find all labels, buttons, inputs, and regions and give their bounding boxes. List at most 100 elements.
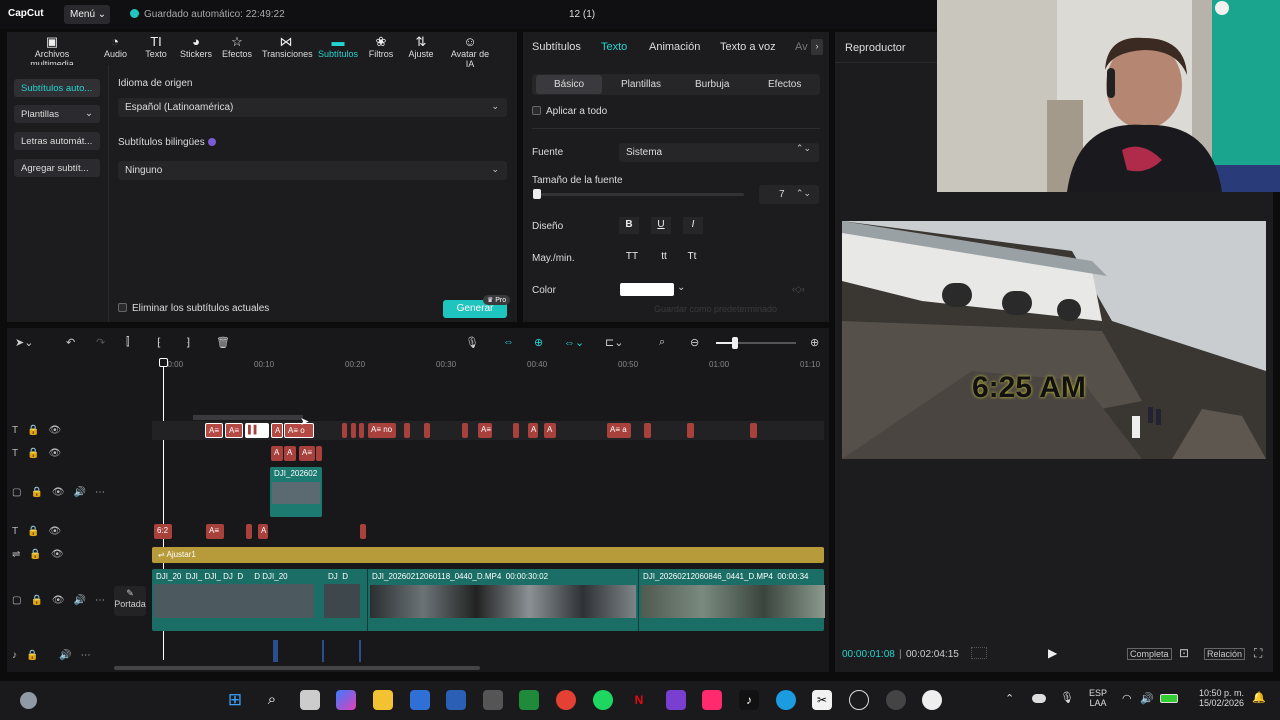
text-track-controls[interactable]: T🔒👁 [12,425,70,436]
text-clip[interactable] [462,423,468,438]
spotify-icon[interactable] [593,690,613,710]
font-size-input[interactable]: 7 ⌃⌄ [759,185,819,204]
timecode-grid-icon[interactable] [971,647,987,659]
notification-icon[interactable]: 🔔 [1252,691,1266,704]
audio-clip[interactable] [359,640,361,662]
video-track-controls[interactable]: ▢🔒👁🔊⋯ [12,487,114,498]
microphone-icon[interactable]: 🎙 [465,336,479,349]
text-clip[interactable]: A≡ o [284,423,314,438]
redo-icon[interactable]: ↷ [96,336,105,349]
clock[interactable]: 10:50 p. m. 15/02/2026 [1190,688,1244,708]
tool-effects[interactable]: ☆ Efectos [222,34,252,59]
text-clip[interactable] [513,423,519,438]
apply-all-checkbox[interactable] [532,106,541,115]
magnet-icon[interactable]: ⇔ [503,336,514,348]
text-clip[interactable] [360,524,366,539]
subtab-basic[interactable]: Básico [536,75,602,94]
input-language[interactable]: ESP LAA [1089,688,1107,708]
split-left-icon[interactable]: ⁅ [157,336,161,349]
full-quality-button[interactable]: Completa [1127,648,1172,660]
cover-button[interactable]: ✎ Portada [114,586,146,616]
text-clip[interactable]: A [528,423,538,438]
tab-text-to-speech[interactable]: Texto a voz [720,41,776,53]
search-icon[interactable]: ⌕ [262,690,282,710]
aspect-ratio-button[interactable]: Relación [1204,648,1246,660]
split-icon[interactable]: ⫿ [126,336,130,349]
text-clip[interactable]: A≡ [206,524,224,539]
text-clip[interactable] [687,423,694,438]
tool-media[interactable]: ▣ Archivos multimedia [12,34,92,69]
text-clip[interactable] [359,423,364,438]
subtab-bubble[interactable]: Burbuja [695,79,729,90]
font-select[interactable]: Sistema ⌃⌄ [619,143,819,162]
text-clip[interactable]: A≡ [299,446,315,461]
zoom-in-icon[interactable]: ⊕ [810,336,819,349]
overlay-video-clip[interactable]: DJI_202602 [270,467,322,517]
subtab-templates[interactable]: Plantillas [621,79,661,90]
preview-axis-icon[interactable]: ⇔⌄ [564,336,584,349]
text-clip[interactable] [750,423,757,438]
zoom-slider-handle[interactable] [732,337,738,349]
font-size-slider-handle[interactable] [533,189,541,199]
text-clip[interactable]: A≡ no [368,423,396,438]
color-swatch[interactable] [620,283,674,296]
app-icon[interactable] [886,690,906,710]
text-clip[interactable] [644,423,651,438]
fullscreen-icon[interactable]: ⛶ [1254,646,1262,661]
text-track-controls[interactable]: T🔒👁 [12,448,70,459]
app-icon[interactable] [666,690,686,710]
app-icon[interactable] [702,690,722,710]
text-clip[interactable] [404,423,410,438]
font-size-slider[interactable] [536,193,744,196]
tool-audio[interactable]: ◔ Audio [104,34,127,59]
microphone-icon[interactable]: 🎙 [1060,691,1074,704]
text-clip[interactable]: A [284,446,296,461]
text-clip[interactable] [342,423,347,438]
wifi-icon[interactable]: ◠ [1122,692,1132,705]
link-icon[interactable]: ⊕ [534,336,543,349]
chevron-down-icon[interactable]: ⌄ [677,282,685,293]
adjust-track-controls[interactable]: ⇌🔒👁 [12,549,73,560]
bold-button[interactable]: B [619,217,639,234]
store-icon[interactable] [446,690,466,710]
app-icon[interactable] [922,690,942,710]
italic-button[interactable]: I [683,217,703,234]
align-icon[interactable]: ⊏⌄ [605,336,623,349]
bilingual-select[interactable]: Ninguno ⌄ [118,161,507,180]
tool-adjust[interactable]: ⇅ Ajuste [408,34,434,59]
underline-button[interactable]: U [651,217,671,234]
case-title-button[interactable]: Tt [682,249,702,266]
menu-button[interactable]: Menú ⌄ [64,5,110,24]
app-icon[interactable] [410,690,430,710]
edge-icon[interactable] [776,690,796,710]
split-right-icon[interactable]: ⁆ [186,336,190,349]
clear-subtitles-checkbox[interactable] [118,303,127,312]
start-icon[interactable]: ⊞ [225,690,245,710]
subtitle-search-icon[interactable]: ⌕ [659,336,665,349]
sidebar-item-add-subtitles[interactable]: Agregar subtít... [14,159,100,177]
case-upper-button[interactable]: TT [622,249,642,266]
tab-more[interactable]: Av [795,41,808,53]
text-clip[interactable]: 6:2 [154,524,172,539]
chevron-up-icon[interactable]: ⌃ [1005,692,1014,705]
sidebar-item-templates[interactable]: Plantillas ⌄ [14,105,100,123]
text-clip[interactable]: A [258,524,268,539]
case-lower-button[interactable]: tt [654,249,674,266]
task-view-icon[interactable] [300,690,320,710]
audio-track-controls[interactable]: ♪🔒 🔊⋯ [12,650,100,661]
text-clip[interactable]: A≡ a [607,423,631,438]
volume-icon[interactable]: 🔊 [1140,692,1154,705]
text-clip[interactable] [316,446,322,461]
capcut-icon[interactable]: ✂ [812,690,832,710]
tab-subtitles[interactable]: Subtítulos [532,41,581,53]
adjustment-clip[interactable]: ⇌ Ajustar1 [152,547,824,563]
text-track-controls[interactable]: T🔒👁 [12,526,70,537]
xbox-icon[interactable] [519,690,539,710]
tool-transitions[interactable]: ⋈ Transiciones [262,34,313,59]
tool-subtitles[interactable]: ▬ Subtítulos [318,34,358,59]
subtab-effects[interactable]: Efectos [768,79,801,90]
tool-filters[interactable]: ❀ Filtros [368,34,394,59]
source-language-select[interactable]: Español (Latinoamérica) ⌄ [118,98,507,117]
playhead-handle[interactable] [159,358,168,367]
text-clip[interactable] [246,524,252,539]
